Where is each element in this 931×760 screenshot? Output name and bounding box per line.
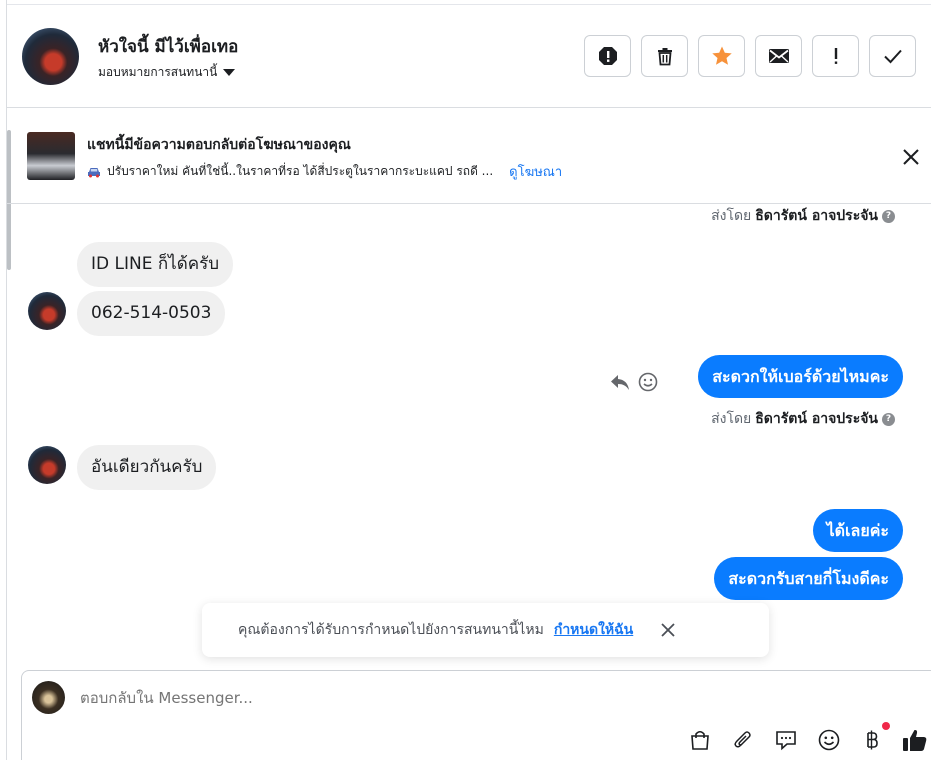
assign-toast: คุณต้องการได้รับการกำหนดไปยังการสนทนานี้… xyxy=(202,603,769,657)
contact-avatar-small xyxy=(28,292,66,330)
ad-banner-subtitle: ปรับราคาใหม่ คันที่ใช่นี้..ในราคาที่รอ ไ… xyxy=(87,161,562,182)
notification-dot xyxy=(882,722,890,730)
payment-button[interactable] xyxy=(859,722,890,753)
attach-button[interactable] xyxy=(730,727,756,753)
sent-by-prefix: ส่งโดย xyxy=(711,411,752,427)
help-icon[interactable]: ? xyxy=(882,412,895,426)
close-icon[interactable] xyxy=(659,621,677,639)
conversation-header: หัวใจนี้ มีไว้เพื่อเทอ มอบหมายการสนทนานี… xyxy=(7,5,931,108)
trash-icon xyxy=(657,48,672,66)
checkmark-icon xyxy=(883,49,902,64)
report-spam-button[interactable] xyxy=(584,35,631,77)
reply-input[interactable] xyxy=(80,689,680,707)
page-avatar xyxy=(32,681,65,714)
incoming-message[interactable]: 062-514-0503 xyxy=(77,291,226,336)
car-icon xyxy=(88,167,100,177)
thumbs-up-icon xyxy=(903,729,927,751)
shop-button[interactable] xyxy=(687,727,713,753)
outgoing-message[interactable]: สะดวกรับสายกี่โมงดีคะ xyxy=(714,557,903,600)
chat-bubble-icon xyxy=(776,731,796,751)
shopping-bag-icon xyxy=(691,730,709,750)
view-ad-link[interactable]: ดูโฆษณา xyxy=(509,161,562,182)
mark-important-button[interactable] xyxy=(812,35,859,77)
ad-description: ปรับราคาใหม่ คันที่ใช่นี้..ในราคาที่รอ ไ… xyxy=(107,164,494,178)
assign-conversation-dropdown[interactable]: มอบหมายการสนทนานี้ xyxy=(98,63,236,82)
close-icon xyxy=(903,149,919,165)
incoming-message[interactable]: ID LINE ก็ได้ครับ xyxy=(77,242,234,287)
assign-label: มอบหมายการสนทนานี้ xyxy=(98,65,218,79)
conversation-panel: หัวใจนี้ มีไว้เพื่อเทอ มอบหมายการสนทนานี… xyxy=(6,0,931,760)
delete-button[interactable] xyxy=(641,35,688,77)
close-banner-button[interactable] xyxy=(900,146,922,168)
ad-reply-banner: แชทนี้มีข้อความตอบกลับต่อโฆษณาของคุณ ปรั… xyxy=(7,108,931,204)
header-actions xyxy=(584,35,916,77)
incoming-message[interactable]: อันเดียวกันครับ xyxy=(77,445,217,490)
message-composer xyxy=(21,670,931,760)
paperclip-icon xyxy=(734,731,751,748)
saved-replies-button[interactable] xyxy=(773,727,799,753)
exclamation-icon xyxy=(834,48,837,64)
message-actions xyxy=(610,372,658,392)
emoji-icon xyxy=(818,729,840,751)
mark-done-button[interactable] xyxy=(869,35,916,77)
sent-by-prefix: ส่งโดย xyxy=(711,208,752,224)
baht-icon xyxy=(867,730,878,750)
assign-to-me-link[interactable]: กำหนดให้ฉัน xyxy=(554,619,633,641)
mark-unread-button[interactable] xyxy=(755,35,802,77)
outgoing-message[interactable]: สะดวกให้เบอร์ด้วยไหมคะ xyxy=(698,355,903,398)
ad-banner-title: แชทนี้มีข้อความตอบกลับต่อโฆษณาของคุณ xyxy=(87,137,351,153)
sent-by-name: ธิดารัตน์ อาจประจัน xyxy=(755,411,878,427)
sent-by-name: ธิดารัตน์ อาจประจัน xyxy=(755,208,878,224)
react-emoji-icon[interactable] xyxy=(638,372,658,392)
contact-name[interactable]: หัวใจนี้ มีไว้เพื่อเทอ xyxy=(98,33,238,60)
envelope-icon xyxy=(768,49,789,63)
star-button[interactable] xyxy=(698,35,745,77)
caret-down-icon xyxy=(223,69,236,76)
outgoing-message[interactable]: ได้เลยค่ะ xyxy=(812,509,903,552)
reply-icon[interactable] xyxy=(610,373,630,391)
emoji-button[interactable] xyxy=(816,727,842,753)
alert-octagon-icon xyxy=(598,47,617,65)
contact-avatar-small xyxy=(28,446,66,484)
help-icon[interactable]: ? xyxy=(882,209,895,223)
star-icon xyxy=(711,46,732,65)
sent-by-label: ส่งโดย ธิดารัตน์ อาจประจัน ? xyxy=(711,205,895,227)
ad-thumbnail[interactable] xyxy=(27,132,75,180)
sent-by-label: ส่งโดย ธิดารัตน์ อาจประจัน ? xyxy=(711,408,895,430)
contact-avatar[interactable] xyxy=(22,28,79,85)
like-button[interactable] xyxy=(902,727,928,753)
composer-toolbar xyxy=(687,722,928,753)
toast-text: คุณต้องการได้รับการกำหนดไปยังการสนทนานี้… xyxy=(238,622,544,638)
